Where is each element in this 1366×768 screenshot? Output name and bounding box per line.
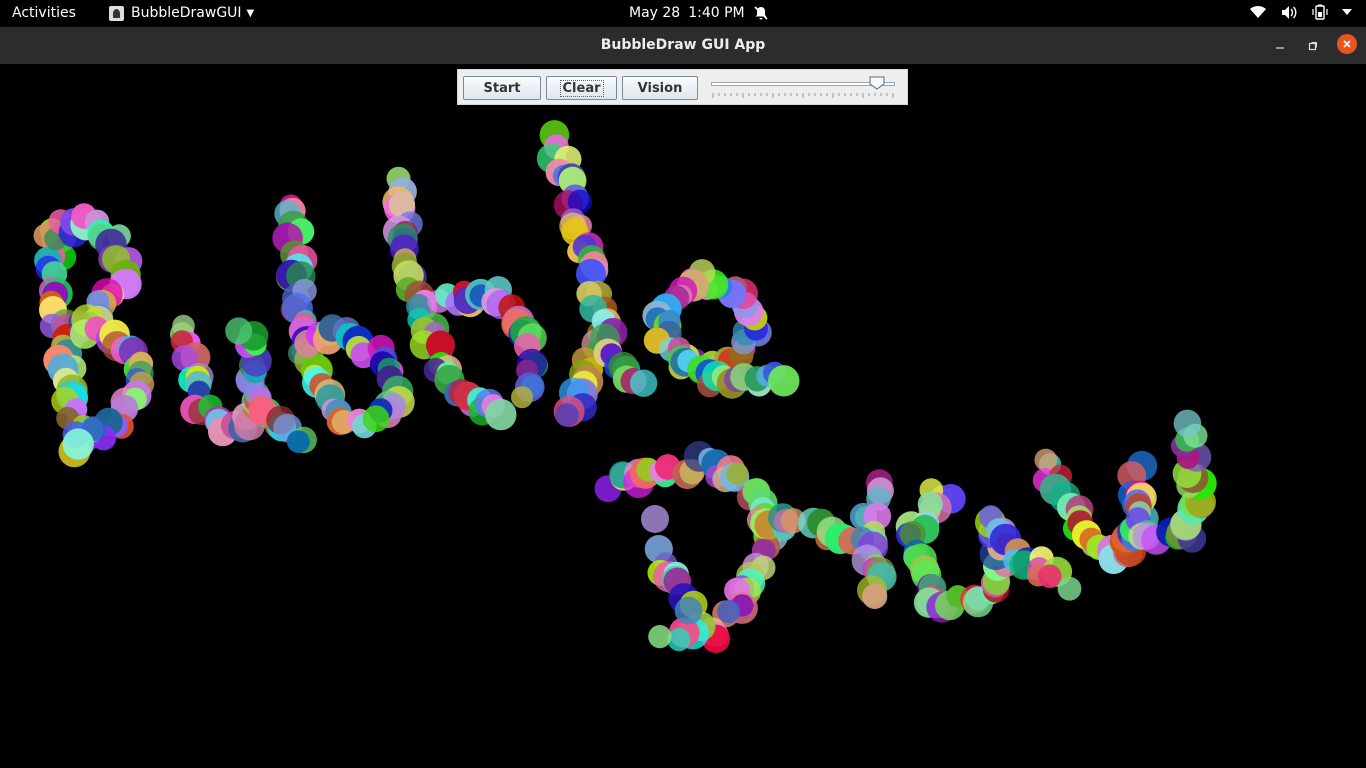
notifications-off-icon — [753, 5, 769, 21]
speed-slider[interactable] — [708, 74, 898, 102]
bubble — [555, 403, 579, 427]
battery-icon — [1312, 4, 1328, 20]
bubble — [862, 583, 888, 610]
window-title-bar: BubbleDraw GUI App — [0, 27, 1366, 65]
bubble — [726, 462, 749, 485]
bubble-drawing — [33, 120, 1217, 653]
bubble — [362, 405, 390, 433]
chevron-down-icon — [1342, 8, 1352, 16]
app-menu-label: BubbleDrawGUI — [131, 5, 242, 21]
bubble — [286, 430, 310, 453]
clear-button[interactable]: Clear — [546, 76, 617, 100]
bubble — [648, 625, 672, 649]
bubble — [511, 386, 533, 409]
bubble — [674, 596, 703, 625]
system-tray[interactable] — [1249, 4, 1352, 20]
minimize-icon[interactable] — [1269, 35, 1291, 57]
window-title: BubbleDraw GUI App — [600, 37, 766, 53]
app-icon — [109, 5, 124, 21]
clock-time: 1:40 PM — [688, 5, 745, 21]
maximize-icon[interactable] — [1302, 35, 1324, 57]
slider-ticks — [712, 93, 894, 98]
activities-button[interactable]: Activities — [12, 5, 76, 21]
vision-button[interactable]: Vision — [622, 76, 698, 100]
control-panel: Start Clear Vision — [457, 69, 908, 105]
bubble — [629, 369, 658, 397]
bubble — [1038, 564, 1062, 589]
bubble — [768, 365, 800, 397]
app-menu[interactable]: BubbleDrawGUI ▼ — [109, 5, 254, 21]
close-icon[interactable] — [1337, 34, 1357, 54]
slider-thumb[interactable] — [869, 76, 885, 90]
bubble — [225, 317, 253, 345]
bubble — [62, 428, 94, 460]
bubble — [485, 398, 517, 431]
bubble-canvas[interactable] — [0, 64, 1366, 768]
clock[interactable]: May 28 1:40 PM — [629, 5, 769, 21]
clear-button-label: Clear — [559, 79, 604, 97]
volume-icon — [1281, 5, 1298, 20]
slider-track — [711, 82, 895, 86]
bubble — [1173, 409, 1202, 438]
bubble — [641, 505, 669, 533]
wifi-icon — [1249, 5, 1267, 19]
start-button[interactable]: Start — [463, 76, 541, 100]
bubble — [1057, 576, 1082, 601]
system-top-bar: Activities BubbleDrawGUI ▼ May 28 1:40 P… — [0, 0, 1366, 27]
bubble — [717, 599, 741, 624]
caret-down-icon: ▼ — [246, 7, 255, 19]
clock-date: May 28 — [629, 5, 681, 21]
